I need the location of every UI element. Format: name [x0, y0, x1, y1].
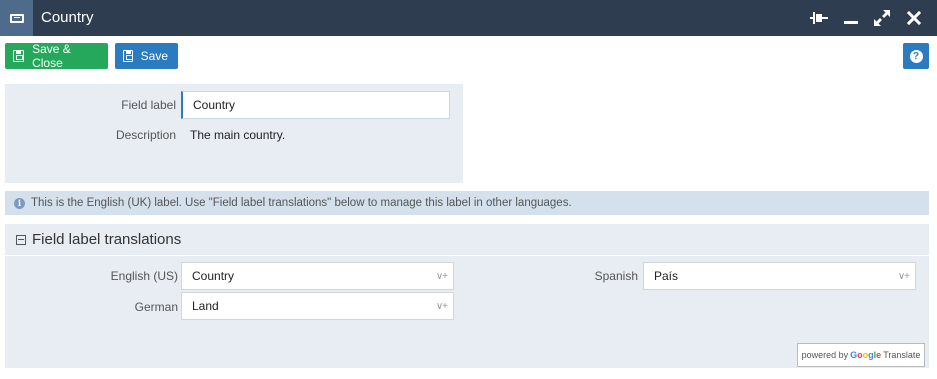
description-value[interactable]: The main country. — [190, 128, 285, 142]
translation-value: Land — [192, 299, 219, 313]
translation-german-select[interactable]: Land ∨+ — [181, 292, 454, 320]
floppy-icon — [123, 50, 133, 62]
collapse-icon[interactable] — [16, 234, 26, 245]
title-bar: Country — [0, 0, 937, 36]
save-and-close-button[interactable]: Save & Close — [5, 42, 108, 70]
field-label-input[interactable]: Country — [181, 91, 450, 119]
maximize-icon[interactable] — [872, 8, 892, 28]
translation-language-label: German — [134, 300, 178, 314]
dropdown-plus-icon[interactable]: ∨+ — [436, 301, 448, 312]
save-and-close-label: Save & Close — [32, 42, 71, 70]
help-icon: ? — [909, 49, 923, 63]
info-icon: i — [14, 197, 25, 209]
save-button[interactable]: Save — [115, 43, 178, 69]
dropdown-plus-icon[interactable]: ∨+ — [436, 271, 448, 282]
pin-icon[interactable] — [809, 8, 829, 28]
translation-language-label: Spanish — [594, 269, 638, 283]
window-title: Country — [41, 9, 94, 26]
google-translate-badge[interactable]: powered by Google Translate — [797, 343, 925, 367]
window-icon — [0, 0, 33, 36]
translation-spanish-select[interactable]: País ∨+ — [643, 262, 916, 290]
save-label: Save — [140, 49, 168, 63]
close-icon[interactable] — [904, 8, 924, 28]
translate-text: Translate — [883, 350, 921, 360]
help-button[interactable]: ? — [903, 43, 929, 69]
translation-english-us-select[interactable]: Country ∨+ — [181, 262, 454, 290]
info-bar: i This is the English (UK) label. Use "F… — [5, 191, 929, 215]
dropdown-plus-icon[interactable]: ∨+ — [898, 271, 910, 282]
translations-section-header[interactable]: Field label translations — [5, 224, 929, 255]
info-text: This is the English (UK) label. Use "Fie… — [31, 197, 572, 209]
field-label-caption: Field label — [121, 98, 176, 112]
translations-title: Field label translations — [32, 231, 182, 248]
description-caption: Description — [115, 128, 176, 142]
minimize-icon[interactable] — [841, 8, 861, 28]
translation-value: País — [654, 269, 679, 283]
floppy-icon — [13, 50, 25, 62]
translation-language-label: English (US) — [110, 269, 178, 283]
translation-value: Country — [192, 269, 235, 283]
powered-by-text: powered by — [801, 350, 849, 360]
google-logo: Google — [850, 350, 882, 360]
